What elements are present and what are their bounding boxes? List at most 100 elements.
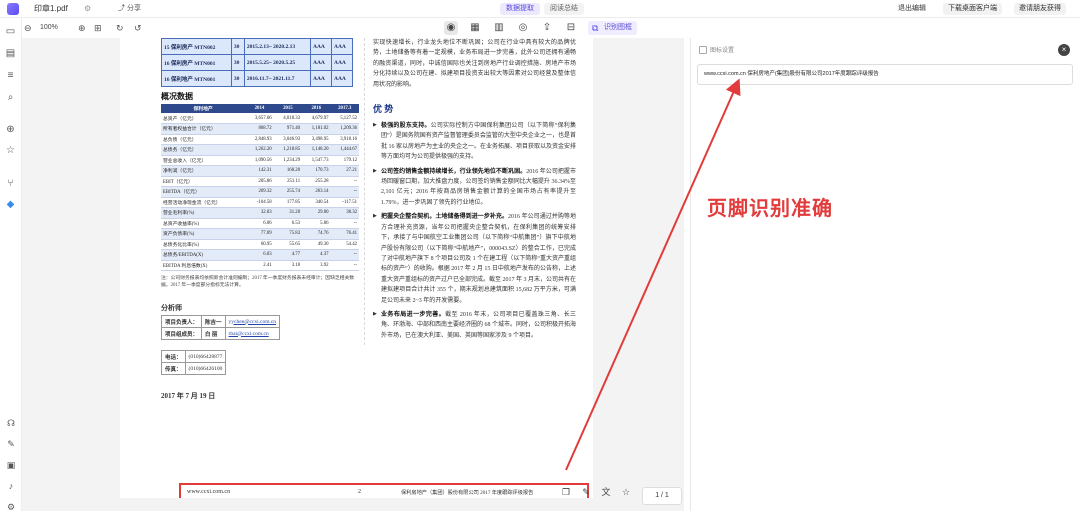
folder-icon[interactable]: ▭ [5,26,16,37]
export-icon[interactable]: ⇪ [540,21,554,35]
file-tab[interactable]: 印章1.pdf [28,0,74,18]
rotate-icon[interactable]: ↻ [116,22,124,34]
fin-cell: 营业毛利率(%) [161,207,246,219]
fin-cell: 205.86 [245,176,274,187]
fin-row: EBITDA（亿元） 209.32 255.74 263.14 -- [161,186,359,198]
fin-cell: 6.53 [273,218,303,229]
intro-paragraph: 实现快速增长，行业龙头地位不断巩固；公司在行业中具有较大的品牌优势，土地储备等有… [373,40,576,88]
bond-cell-r2: AAA [330,70,354,87]
bond-cell-r2: AAA [330,54,354,71]
zoom-in-icon[interactable]: ⊕ [78,22,86,34]
bond-cell-date: 2016.11.7~ 2021.11.7 [243,70,311,87]
fin-cell: 54.42 [330,239,359,250]
share-nodes-icon[interactable]: ⑂ [5,178,16,189]
edit-note-icon[interactable]: ✎ [6,439,16,449]
rotate-left-icon[interactable]: ↺ [134,22,142,34]
fin-cell: 营业总收入（亿元） [161,155,246,166]
fin-cell: 所有者权益合计（亿元） [161,123,246,135]
bond-cell-date: 2015.5.25~ 2020.5.25 [243,54,311,71]
advantage-body: 2016 年公司通过并购等地方合理补充资源，当年公司把握央企整合契机，在保利集团… [381,214,577,304]
mode-switch: 数据提取 阅读总结 [500,3,584,15]
fin-cell: 5.86 [302,218,331,229]
footer-title: 保利房地产（集团）股份有限公司 2017 年度跟踪评级报告 [401,490,534,496]
fin-cell: 5,127.52 [330,113,359,124]
bond-cell-term: 30 [230,70,245,87]
add-icon[interactable]: ⊕ [5,124,16,135]
fin-cell: 971.40 [273,123,303,135]
zoom-level[interactable]: 100% [40,22,58,34]
tab-data-extract[interactable]: 数据提取 [500,3,540,15]
bond-cell-name: 15 保利房产 MTN002 [161,38,232,55]
ocr-button[interactable]: ⧉ 识别图框 [588,21,637,35]
fit-width-icon[interactable]: ⊞ [94,22,102,34]
advantage-head: 把握央企整合契机，土地储备得到进一步补充。 [381,214,509,221]
fin-cell: 29.00 [302,207,331,219]
fin-cell: 1,148.20 [302,144,331,156]
bond-cell-name: 16 保利地产 MTN001 [161,70,232,87]
list-icon[interactable]: ≡ [5,70,16,81]
gear-icon[interactable]: ⚙ [84,0,91,18]
star-icon[interactable]: ☆ [5,145,16,156]
fin-row: 营业毛利率(%) 32.03 31.20 29.00 38.32 [161,207,359,219]
page-footer-highlight[interactable]: www.ccxi.com.cn 2 保利房地产（集团）股份有限公司 2017 年… [179,483,589,498]
zoom-out-icon[interactable]: ⊖ [24,22,32,34]
phone-label: 电话： [161,350,186,363]
layout-icon[interactable]: ▦ [468,21,482,35]
document-viewer[interactable]: 15 保利房产 MTN002 30 2015.2.13~ 2020.2.13 AAA A… [22,38,684,511]
fin-cell: 75.83 [273,228,303,240]
bookmark-star-icon[interactable]: ☆ [620,486,632,498]
fin-header-cell: 2014 [245,104,274,113]
fin-cell: EBIT（亿元） [161,176,246,187]
page-indicator[interactable]: 1 / 1 [642,487,682,505]
book-icon[interactable]: ▣ [6,460,16,470]
fin-cell: -- [330,176,359,187]
settings-icon[interactable]: ⚙ [6,502,16,511]
search-icon[interactable]: ⌕ [5,92,16,103]
top-right-actions: 退出编辑 下载桌面客户端 邀请朋友获得 [893,3,1066,15]
fin-cell: 4.37 [302,249,331,261]
volume-icon[interactable]: ♪ [6,481,16,491]
translate-icon[interactable]: 文 [600,486,612,498]
extracted-result-field[interactable]: www.ccxi.com.cn 保利房地产(集团)股份有限公司2017年度跟踪评… [697,64,1073,85]
fin-cell: 6.03 [245,249,274,261]
grid-icon[interactable]: ⊟ [564,21,578,35]
analyst-email[interactable]: yychen@ccxi.com.cn [224,315,281,328]
fin-cell: -- [330,218,359,229]
pdf-page: 15 保利房产 MTN002 30 2015.2.13~ 2020.2.13 AAA A… [120,38,593,498]
exit-edit-button[interactable]: 退出编辑 [893,3,931,15]
fin-cell: 1,444.67 [330,144,359,156]
fin-row: EBITDA 利息倍数(X) 2.41 3.18 3.92 -- [161,260,359,271]
bond-cell-term: 30 [230,38,245,55]
plugin-icon[interactable]: ◆ [5,199,16,210]
pen-icon[interactable]: ✎ [580,486,592,498]
bond-cell-name: 16 保利房产 MTN001 [161,54,232,71]
close-icon[interactable]: × [1058,44,1070,56]
eye-icon[interactable]: ◉ [444,21,458,35]
table-icon[interactable]: ▥ [492,21,506,35]
fin-cell: 60.95 [245,239,274,250]
analyst-name: 陈吉一 [201,315,226,328]
fin-cell: 1,547.73 [302,155,331,166]
download-client-button[interactable]: 下载桌面客户端 [943,3,1002,15]
scan-icon: ⧉ [592,23,599,33]
fin-cell: -117.51 [330,197,359,208]
share-button[interactable]: ⤴ 分享 [118,0,141,18]
fin-cell: 77.89 [245,228,274,240]
copy-icon[interactable]: ❐ [560,486,572,498]
fin-cell: 209.32 [245,186,274,198]
fin-cell: 808.72 [245,123,274,135]
fin-cell: 31.20 [273,207,303,219]
app-logo-icon [7,3,19,15]
fin-cell: 251.11 [273,176,303,187]
bond-table: 15 保利房产 MTN002 30 2015.2.13~ 2020.2.13 AAA A… [161,38,354,87]
document-icon[interactable]: ▤ [5,48,16,59]
camera-icon[interactable]: ◎ [516,21,530,35]
fin-row: 经营活动净现金流（亿元） -104.58 177.85 340.54 -117.51 [161,197,359,208]
analyst-email[interactable]: rbai@ccxi.com.cn [224,327,281,340]
analyst-name: 白 丽 [201,327,226,340]
headset-icon[interactable]: ☊ [6,418,16,428]
contact-table: 电话： (010)66428877 传真： (010)66426100 [161,350,227,375]
tab-reading-summary[interactable]: 阅读总结 [544,3,584,15]
invite-friends-button[interactable]: 邀请朋友获得 [1014,3,1066,15]
bond-cell-r1: AAA [309,38,332,55]
